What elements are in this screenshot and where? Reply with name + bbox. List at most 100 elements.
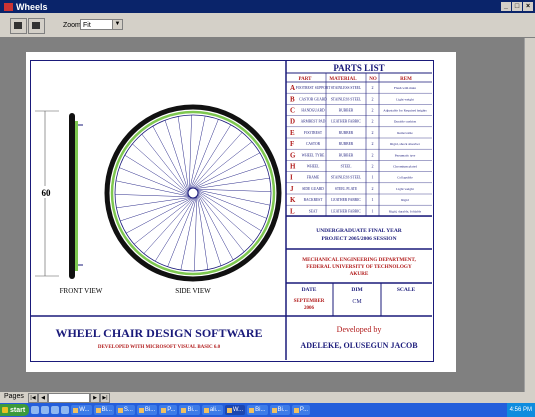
part-name: CASTOR xyxy=(306,142,321,146)
spoke xyxy=(141,133,191,197)
spoke xyxy=(119,167,193,198)
taskbar-task[interactable]: W... xyxy=(224,405,246,415)
front-rim xyxy=(75,121,78,271)
pager-bar: Pages |◀ ◀ ▶ ▶| xyxy=(0,392,535,403)
part-remark: Light weight xyxy=(396,97,413,101)
part-material: LEATHER FABRIC xyxy=(331,198,361,202)
task-app-icon xyxy=(293,407,299,413)
chevron-down-icon[interactable]: ▼ xyxy=(112,20,122,29)
taskbar-task[interactable]: P... xyxy=(159,405,178,415)
last-page-button[interactable]: ▶| xyxy=(100,393,110,403)
task-app-icon xyxy=(95,407,101,413)
spoke xyxy=(167,193,198,267)
task-app-icon xyxy=(161,407,167,413)
task-app-icon xyxy=(181,407,187,413)
spoke xyxy=(195,189,245,253)
taskbar-task[interactable]: Bi... xyxy=(136,405,158,415)
spoke xyxy=(120,196,196,222)
part-remark: Rigid xyxy=(401,198,409,202)
first-page-button[interactable]: |◀ xyxy=(28,393,38,403)
task-app-icon xyxy=(271,407,277,413)
taskbar-task[interactable]: Bi... xyxy=(269,405,290,415)
taskbar-task[interactable]: S... xyxy=(115,405,135,415)
taskbar-tasks: W... Bi... S... Bi... P... Bi... ali... W... Bi.… xyxy=(69,405,311,415)
part-count: 2 xyxy=(372,141,374,146)
quicklaunch-media-icon[interactable] xyxy=(41,406,50,414)
part-remark: Rigid, shock absorber xyxy=(390,142,421,147)
parts-rows: A FOOTREST SUPPORT STAINLESS STEEL 2 Flush w… xyxy=(286,84,432,217)
taskbar-task[interactable]: W... xyxy=(71,405,92,415)
maximize-button[interactable]: □ xyxy=(512,2,522,11)
task-label: Bi... xyxy=(101,407,112,413)
part-count: 1 xyxy=(372,208,374,213)
front-view-label: FRONT VIEW xyxy=(60,287,103,295)
part-code: I xyxy=(290,174,293,182)
date-value-2: 2006 xyxy=(304,306,315,311)
spoke xyxy=(164,120,190,196)
spoke xyxy=(189,141,253,191)
part-count: 1 xyxy=(372,175,374,180)
task-app-icon xyxy=(117,407,123,413)
part-material: RUBBER xyxy=(339,142,354,146)
close-button[interactable]: × xyxy=(523,2,533,11)
quicklaunch-ie-icon[interactable] xyxy=(31,406,40,414)
quicklaunch-folder-icon[interactable] xyxy=(51,406,60,414)
export-button[interactable] xyxy=(28,18,45,34)
part-material: STAINLESS STEEL xyxy=(331,97,361,101)
part-name: FOOTREST SUPPORT xyxy=(296,86,331,90)
scale-label: SCALE xyxy=(397,287,416,293)
part-name: SEAT xyxy=(309,209,318,213)
task-app-icon xyxy=(203,407,209,413)
export-icon xyxy=(32,22,40,29)
side-view: SIDE VIEW xyxy=(104,104,282,295)
part-remark: Removable xyxy=(397,131,413,135)
taskbar-task[interactable]: ali... xyxy=(201,405,223,415)
part-code: H xyxy=(290,163,296,171)
spoke xyxy=(124,154,192,197)
part-material: STAINLESS STEEL xyxy=(331,86,361,90)
part-remark: Adjustable for Required heights xyxy=(383,109,427,113)
part-count: 2 xyxy=(372,96,374,101)
task-label: Bi... xyxy=(277,407,288,413)
part-remark: Collapsible xyxy=(397,176,413,180)
prev-page-button[interactable]: ◀ xyxy=(38,393,48,403)
part-material: RUBBER xyxy=(339,131,354,135)
toolbar: Zoom Fit ▼ xyxy=(0,13,535,38)
taskbar-task[interactable]: P... xyxy=(291,405,311,415)
next-page-button[interactable]: ▶ xyxy=(90,393,100,403)
part-count: 2 xyxy=(372,85,374,90)
zoom-select[interactable]: Fit ▼ xyxy=(80,19,123,30)
taskbar-task[interactable]: Bi... xyxy=(247,405,268,415)
print-button[interactable] xyxy=(10,18,27,34)
part-material: RUBBER xyxy=(339,153,354,157)
clock: 4:56 PM xyxy=(509,407,532,413)
printer-icon xyxy=(14,22,22,29)
part-code: G xyxy=(290,151,296,159)
spoke xyxy=(188,119,219,193)
part-name: WHEEL TYRE xyxy=(302,153,325,157)
part-name: WHEEL xyxy=(307,165,320,169)
minimize-button[interactable]: _ xyxy=(501,2,511,11)
task-label: Bi... xyxy=(255,407,266,413)
windows-logo-icon xyxy=(2,407,8,413)
dept-line-1: MECHANICAL ENGINEERING DEPARTMENT, xyxy=(302,257,416,263)
spoke xyxy=(132,143,192,197)
side-view-label: SIDE VIEW xyxy=(175,287,211,295)
part-code: E xyxy=(290,129,295,137)
part-count: 2 xyxy=(372,130,374,135)
taskbar-task[interactable]: Bi... xyxy=(179,405,200,415)
start-button[interactable]: start xyxy=(0,404,30,416)
part-name: BACKREST xyxy=(304,198,324,202)
task-label: P... xyxy=(167,407,176,413)
part-code: J xyxy=(290,185,294,193)
taskbar-task[interactable]: Bi... xyxy=(93,405,114,415)
task-label: P... xyxy=(299,407,309,413)
quicklaunch-app-icon[interactable] xyxy=(61,406,70,414)
page-number-input[interactable] xyxy=(48,393,90,403)
vertical-scrollbar[interactable] xyxy=(524,38,535,392)
developer-name: ADELEKE, OLUSEGUN JACOB xyxy=(300,341,418,350)
dim-value: CM xyxy=(352,299,362,305)
drawing-sheet: 60 FRONT VIEW SIDE VIEW PARTS LIST PART … xyxy=(30,60,434,362)
part-name: FOOTREST xyxy=(304,131,323,135)
part-code: K xyxy=(290,196,296,204)
